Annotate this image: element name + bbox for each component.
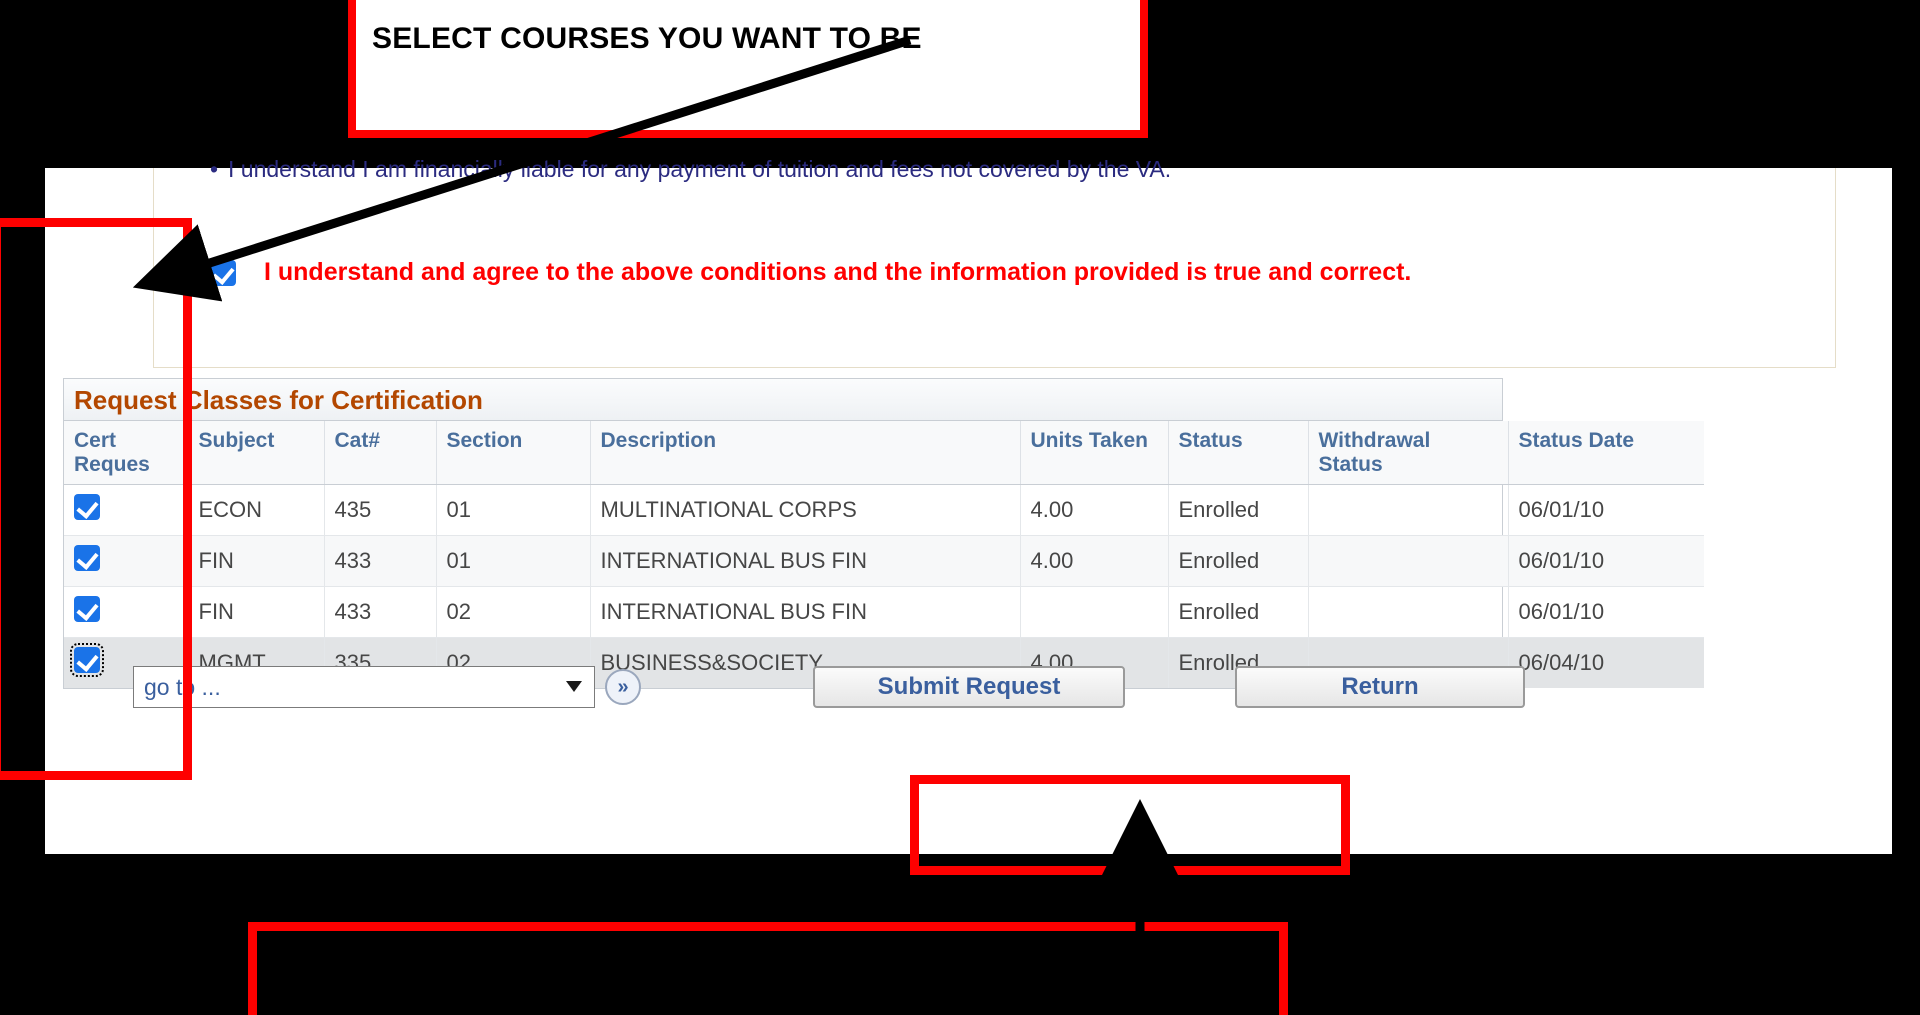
goto-go-button[interactable]: »: [605, 669, 641, 705]
annotation-callout-bottom: [248, 922, 1288, 1015]
table-header-row: Cert Reques Subject Cat# Section Descrip…: [64, 421, 1704, 486]
cell-status-date: 06/01/10: [1508, 535, 1704, 588]
annotation-callout-top-text: SELECT COURSES YOU WANT TO BE: [372, 22, 922, 55]
screenshot-root: SELECT COURSES YOU WANT TO BE • I underst…: [0, 0, 1920, 1015]
cell-status-date: 06/01/10: [1508, 484, 1704, 537]
column-header-description[interactable]: Description: [590, 421, 1021, 486]
cell-cert-request[interactable]: [64, 586, 189, 639]
condition-bullet-text: I understand I am financially liable for…: [228, 156, 1172, 182]
table-row: FIN 433 01 INTERNATIONAL BUS FIN 4.00 Enrolle…: [64, 535, 1704, 588]
cell-section: 01: [436, 535, 591, 588]
cell-units-taken: 4.00: [1020, 535, 1169, 588]
cell-section: 01: [436, 484, 591, 537]
cell-subject: ECON: [188, 484, 325, 537]
cell-units-taken: [1020, 586, 1169, 639]
cell-catalog: 433: [324, 586, 437, 639]
table-row: FIN 433 02 INTERNATIONAL BUS FIN Enrolled 06/…: [64, 586, 1704, 639]
cert-request-checkbox[interactable]: [74, 545, 100, 572]
column-header-subject[interactable]: Subject: [188, 421, 325, 486]
bullet-dot-icon: •: [210, 156, 219, 182]
cell-status: Enrolled: [1168, 484, 1309, 537]
conditions-box: • I understand I am financially liable fo…: [153, 156, 1836, 368]
cell-withdrawal-status: [1308, 586, 1509, 639]
table-row: ECON 435 01 MULTINATIONAL CORPS 4.00 Enrolled…: [64, 484, 1704, 537]
agreement-row[interactable]: I understand and agree to the above cond…: [210, 258, 1411, 287]
return-button[interactable]: Return: [1235, 666, 1525, 708]
cell-cert-request[interactable]: [64, 484, 189, 537]
cell-status: Enrolled: [1168, 586, 1309, 639]
cell-cert-request[interactable]: [64, 535, 189, 588]
cell-description: MULTINATIONAL CORPS: [590, 484, 1021, 537]
column-header-withdrawal-status[interactable]: Withdrawal Status: [1308, 421, 1509, 486]
cell-withdrawal-status: [1308, 535, 1509, 588]
cert-request-checkbox[interactable]: [74, 596, 100, 623]
chevron-down-icon: [566, 681, 582, 692]
cell-subject: FIN: [188, 586, 325, 639]
cell-status: Enrolled: [1168, 535, 1309, 588]
agreement-label: I understand and agree to the above cond…: [264, 258, 1412, 286]
column-header-units-taken[interactable]: Units Taken: [1020, 421, 1169, 486]
cell-section: 02: [436, 586, 591, 639]
annotation-callout-top: SELECT COURSES YOU WANT TO BE: [348, 0, 1148, 138]
condition-bullet-item: • I understand I am financially liable fo…: [210, 156, 1171, 183]
goto-select[interactable]: go to ...: [133, 666, 595, 708]
certification-request-page: • I understand I am financially liable fo…: [45, 156, 1892, 854]
cell-withdrawal-status: [1308, 484, 1509, 537]
column-header-status[interactable]: Status: [1168, 421, 1309, 486]
agreement-checkbox[interactable]: [210, 259, 236, 286]
column-header-catalog[interactable]: Cat#: [324, 421, 437, 486]
submit-request-button[interactable]: Submit Request: [813, 666, 1125, 708]
column-header-section[interactable]: Section: [436, 421, 591, 486]
goto-control-group: go to ... »: [133, 666, 641, 708]
column-header-status-date[interactable]: Status Date: [1508, 421, 1704, 486]
cell-catalog: 433: [324, 535, 437, 588]
footer-controls: go to ... » Submit Request Return: [45, 640, 1892, 760]
column-header-cert-request[interactable]: Cert Reques: [64, 421, 189, 486]
cell-catalog: 435: [324, 484, 437, 537]
goto-select-value: go to ...: [144, 674, 221, 700]
cell-units-taken: 4.00: [1020, 484, 1169, 537]
grid-title: Request Classes for Certification: [64, 379, 1502, 421]
cell-description: INTERNATIONAL BUS FIN: [590, 535, 1021, 588]
cell-description: INTERNATIONAL BUS FIN: [590, 586, 1021, 639]
cert-request-checkbox[interactable]: [74, 494, 100, 521]
cell-subject: FIN: [188, 535, 325, 588]
cell-status-date: 06/01/10: [1508, 586, 1704, 639]
